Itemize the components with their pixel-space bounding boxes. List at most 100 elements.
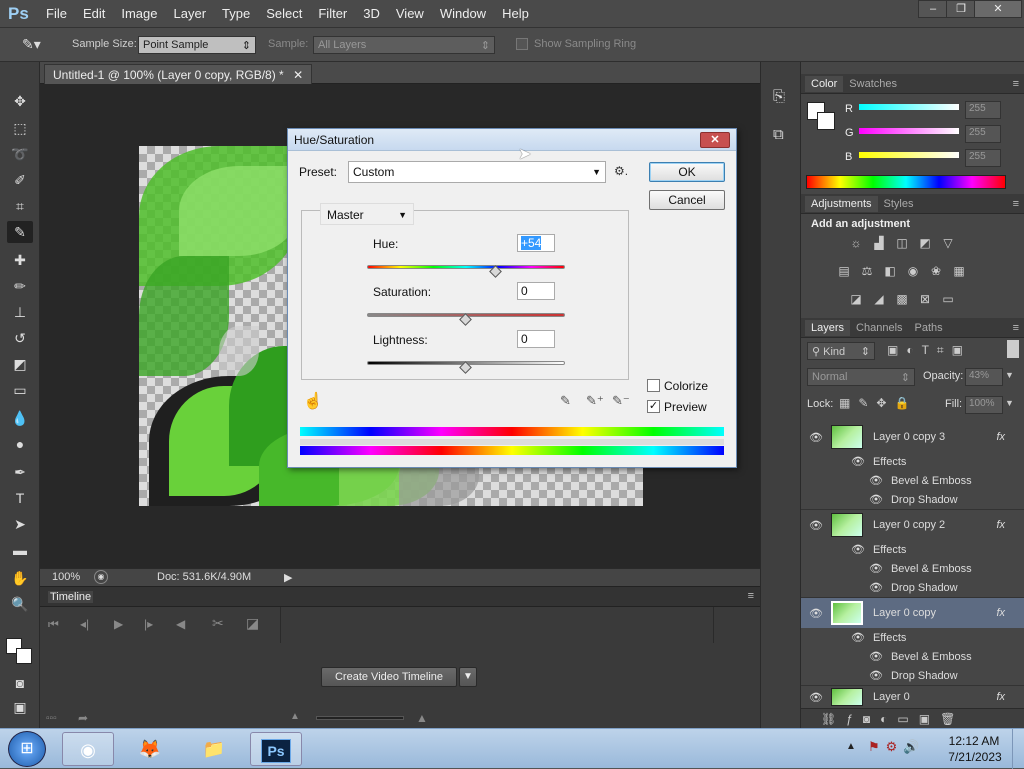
layers-footer-icons[interactable]: ⛓ƒ◙◐▭▣🗑 [801, 708, 1024, 730]
timeline-zoom-slider[interactable] [316, 716, 404, 720]
panel-menu-icon[interactable]: ≡ [1013, 198, 1019, 210]
gradient-map-icon[interactable]: ▭ [939, 292, 957, 308]
visibility-eye-icon[interactable]: 👁 [869, 581, 883, 594]
status-icon[interactable]: ◉ [94, 570, 108, 584]
status-menu-arrow-icon[interactable]: ▶ [284, 571, 292, 584]
menu-image[interactable]: Image [121, 6, 157, 21]
visibility-eye-icon[interactable]: 👁 [801, 519, 831, 532]
restore-button[interactable]: ❐ [946, 0, 976, 18]
menu-help[interactable]: Help [502, 6, 529, 21]
posterize-icon[interactable]: ◢ [870, 292, 888, 308]
show-ring-checkbox[interactable] [516, 38, 528, 50]
audio-icon[interactable]: ◀ [176, 617, 185, 631]
brightness-icon[interactable]: ☼ [847, 236, 865, 252]
create-video-timeline-button[interactable]: Create Video Timeline [321, 667, 457, 687]
blur-tool-icon[interactable]: 💧 [7, 407, 33, 429]
layer-item[interactable]: 👁 Layer 0 copy 3 fx 👁 Effects 👁 Bevel & Embo… [801, 422, 1024, 510]
healing-tool-icon[interactable]: ✚ [7, 249, 33, 271]
fill-arrow-icon[interactable]: ▼ [1005, 398, 1014, 408]
quick-select-tool-icon[interactable]: ✐ [7, 169, 33, 191]
path-select-icon[interactable]: ➤ [7, 513, 33, 535]
scissors-icon[interactable]: ✂ [212, 615, 224, 632]
sample-dropdown[interactable]: All Layers ⇕ [313, 36, 495, 54]
properties-panel-icon[interactable]: ⧉ [773, 126, 784, 143]
preview-checkbox[interactable]: ✓ [647, 400, 660, 413]
color-spectrum-bar[interactable] [806, 175, 1006, 189]
g-value[interactable]: 255 [965, 125, 1001, 143]
close-tab-icon[interactable]: ✕ [293, 68, 303, 82]
eyedropper-plus-icon[interactable]: ✎⁺ [586, 393, 604, 409]
threshold-icon[interactable]: ▩ [893, 292, 911, 308]
menu-window[interactable]: Window [440, 6, 486, 21]
frames-icon[interactable]: ▫▫▫ [46, 713, 57, 724]
shape-tool-icon[interactable]: ▬ [7, 539, 33, 561]
menu-layer[interactable]: Layer [174, 6, 207, 21]
zoom-out-icon[interactable]: ▲ [290, 711, 300, 722]
chrome-taskbar-icon[interactable]: ◉ [62, 732, 114, 766]
ok-button[interactable]: OK [649, 162, 725, 182]
visibility-eye-icon[interactable]: 👁 [801, 607, 831, 620]
history-brush-icon[interactable]: ↺ [7, 327, 33, 349]
eyedropper-minus-icon[interactable]: ✎⁻ [612, 393, 630, 409]
filter-kind-dropdown[interactable]: ⚲ Kind ⇕ [807, 342, 875, 360]
curves-icon[interactable]: ◫ [893, 236, 911, 252]
channel-mixer-icon[interactable]: ❀ [927, 264, 945, 280]
invert-icon[interactable]: ◪ [847, 292, 865, 308]
quick-mask-icon[interactable]: ◙ [7, 672, 33, 694]
zoom-level[interactable]: 100% [52, 571, 80, 583]
zoom-in-icon[interactable]: ▲ [416, 711, 428, 725]
lasso-tool-icon[interactable]: ➰ [7, 143, 33, 165]
tab-paths[interactable]: Paths [909, 320, 949, 336]
menu-view[interactable]: View [396, 6, 424, 21]
eraser-tool-icon[interactable]: ◩ [7, 353, 33, 375]
visibility-eye-icon[interactable]: 👁 [869, 474, 883, 487]
menu-type[interactable]: Type [222, 6, 250, 21]
r-slider[interactable] [859, 104, 959, 110]
panel-menu-icon[interactable]: ≡ [1013, 78, 1019, 90]
show-desktop-button[interactable] [1012, 729, 1024, 769]
opacity-arrow-icon[interactable]: ▼ [1005, 370, 1014, 380]
clock-time[interactable]: 12:12 AM [946, 734, 1002, 748]
preset-dropdown[interactable]: Custom ▼ [348, 161, 606, 183]
visibility-eye-icon[interactable]: 👁 [801, 431, 831, 444]
tab-layers[interactable]: Layers [805, 319, 851, 336]
lock-icons[interactable]: ▦✎✥🔒 [839, 396, 917, 410]
type-tool-icon[interactable]: T [7, 487, 33, 509]
black-white-icon[interactable]: ◧ [881, 264, 899, 280]
menu-edit[interactable]: Edit [83, 6, 105, 21]
eyedropper-icon[interactable]: ✎ [560, 393, 571, 409]
zoom-tool-icon[interactable]: 🔍 [7, 593, 33, 615]
filter-icons[interactable]: ▣◐T⌗▣ [887, 343, 971, 358]
document-tab[interactable]: Untitled-1 @ 100% (Layer 0 copy, RGB/8) … [44, 64, 313, 84]
preset-options-icon[interactable]: ⚙. [614, 164, 628, 178]
stamp-tool-icon[interactable]: ⊥ [7, 301, 33, 323]
hue-slider-track[interactable] [367, 265, 565, 269]
background-color-swatch[interactable] [817, 112, 835, 130]
lightness-input[interactable]: 0 [517, 330, 555, 348]
fx-icon[interactable]: fx [996, 431, 1005, 443]
hand-tool-icon[interactable]: ✋ [7, 567, 33, 589]
tab-color[interactable]: Color [805, 75, 844, 92]
exposure-icon[interactable]: ◩ [916, 236, 934, 252]
visibility-eye-icon[interactable]: 👁 [851, 631, 865, 644]
menu-filter[interactable]: Filter [318, 6, 347, 21]
panel-menu-icon[interactable]: ≡ [1013, 322, 1019, 334]
panel-menu-icon[interactable]: ≡ [748, 590, 754, 602]
targeted-adjustment-hand-icon[interactable]: ☝ [303, 391, 323, 411]
move-tool-icon[interactable]: ✥ [7, 90, 33, 112]
pen-tool-icon[interactable]: ✒ [7, 461, 33, 483]
minimize-button[interactable]: – [918, 0, 948, 18]
timeline-title[interactable]: Timeline [48, 591, 94, 603]
photoshop-taskbar-icon[interactable]: Ps [250, 732, 302, 766]
background-color-swatch[interactable] [16, 648, 32, 664]
play-icon[interactable]: ▶ [114, 617, 123, 631]
g-slider[interactable] [859, 128, 959, 134]
visibility-eye-icon[interactable]: 👁 [869, 650, 883, 663]
b-value[interactable]: 255 [965, 149, 1001, 167]
eyedropper-tool-icon[interactable]: ✎ [7, 221, 33, 243]
previous-frame-icon[interactable]: ◂| [80, 617, 89, 631]
crop-tool-icon[interactable]: ⌗ [7, 195, 33, 217]
dialog-close-button[interactable]: ✕ [700, 132, 730, 148]
go-first-frame-icon[interactable]: ⏮ [48, 617, 59, 632]
menu-file[interactable]: File [46, 6, 67, 21]
